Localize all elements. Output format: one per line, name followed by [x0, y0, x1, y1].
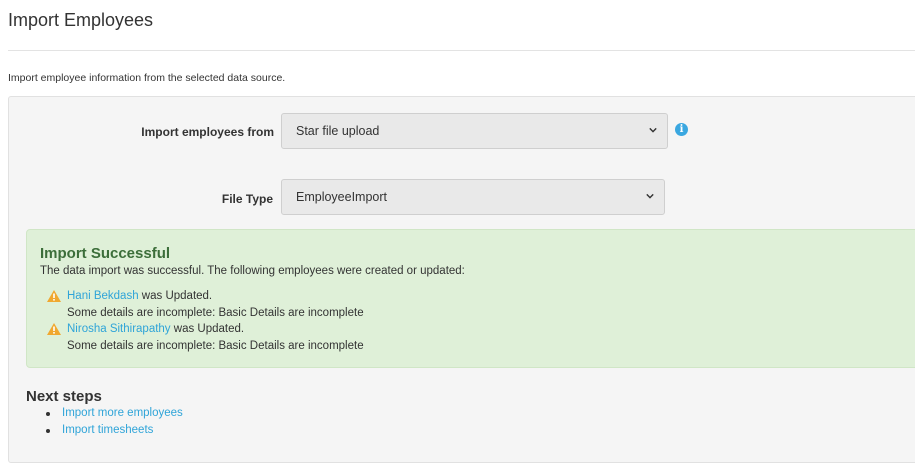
- file-type-select[interactable]: EmployeeImport: [281, 179, 665, 215]
- file-type-label: File Type: [221, 192, 273, 206]
- list-item: Import more employees: [46, 405, 183, 422]
- employee-link[interactable]: Nirosha Sithirapathy: [67, 323, 171, 335]
- import-success-alert: Import Successful The data import was su…: [26, 229, 915, 368]
- warning-icon: [47, 323, 61, 335]
- title-divider: [8, 50, 915, 51]
- chevron-down-icon: [649, 127, 657, 133]
- next-steps-title: Next steps: [26, 388, 102, 405]
- import-from-value: Star file upload: [296, 124, 380, 138]
- employee-status: was Updated.: [170, 323, 245, 335]
- page-title: Import Employees: [8, 10, 154, 30]
- employee-status: was Updated.: [138, 290, 213, 302]
- alert-message: The data import was successful. The foll…: [40, 265, 465, 277]
- import-more-employees-link[interactable]: Import more employees: [62, 407, 183, 419]
- import-timesheets-link[interactable]: Import timesheets: [62, 424, 153, 436]
- employee-detail: Some details are incomplete: Basic Detai…: [67, 340, 364, 352]
- employee-detail: Some details are incomplete: Basic Detai…: [67, 307, 364, 319]
- file-type-value: EmployeeImport: [296, 190, 388, 204]
- chevron-down-icon: [646, 193, 654, 199]
- page-description: Import employee information from the sel…: [8, 72, 286, 84]
- warning-icon: [47, 290, 61, 302]
- list-item: Hani Bekdash was Updated.: [67, 290, 212, 302]
- list-item: Nirosha Sithirapathy was Updated.: [67, 323, 244, 335]
- import-from-label: Import employees from: [141, 125, 274, 139]
- next-steps-list: Import more employees Import timesheets: [46, 405, 183, 439]
- list-item: Import timesheets: [46, 422, 183, 439]
- employee-link[interactable]: Hani Bekdash: [67, 290, 139, 302]
- info-icon[interactable]: i: [675, 123, 688, 136]
- import-from-select[interactable]: Star file upload: [281, 113, 668, 149]
- alert-title: Import Successful: [40, 245, 171, 262]
